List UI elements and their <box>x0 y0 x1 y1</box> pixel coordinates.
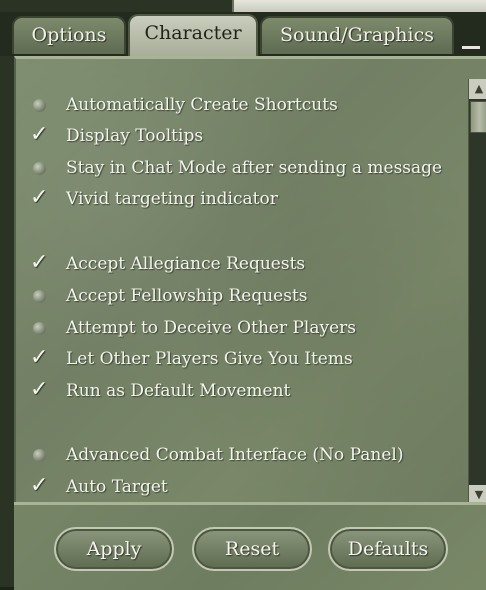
bullet-dot-icon <box>28 93 52 117</box>
option-attempt-deceive[interactable]: Attempt to Deceive Other Players <box>28 313 468 343</box>
option-run-default-movement[interactable]: ✓ Run as Default Movement <box>28 376 468 406</box>
bullet-dot-icon <box>28 316 52 340</box>
option-display-tooltips[interactable]: ✓ Display Tooltips <box>28 121 468 151</box>
checkmark-icon: ✓ <box>30 185 49 210</box>
option-label: Attempt to Deceive Other Players <box>66 318 357 338</box>
tab-bar: Options Sound/Graphics Character <box>0 12 486 56</box>
option-label: Let Other Players Give You Items <box>66 349 353 369</box>
title-strip <box>232 0 486 12</box>
option-label: Accept Allegiance Requests <box>66 254 306 274</box>
option-advanced-combat-interface[interactable]: Advanced Combat Interface (No Panel) <box>28 440 468 470</box>
bullet-dot-icon <box>28 156 52 180</box>
option-auto-create-shortcuts[interactable]: Automatically Create Shortcuts <box>28 90 468 120</box>
arrow-up-icon[interactable]: ▲ <box>469 79 486 99</box>
option-label: Run as Default Movement <box>66 381 291 401</box>
checkmark-icon: ✓ <box>30 122 49 147</box>
checkmark-icon: ✓ <box>30 345 49 370</box>
option-label: Stay in Chat Mode after sending a messag… <box>66 158 443 178</box>
window-left-edge <box>0 56 14 587</box>
checkmark-icon: ✓ <box>30 377 49 402</box>
option-stay-in-chat-mode[interactable]: Stay in Chat Mode after sending a messag… <box>28 153 468 183</box>
defaults-button[interactable]: Defaults <box>328 527 448 571</box>
apply-button[interactable]: Apply <box>54 527 174 571</box>
bullet-dot-icon <box>28 284 52 308</box>
options-scrollbar[interactable]: ▲ ▼ <box>468 79 486 505</box>
option-let-players-give-items[interactable]: ✓ Let Other Players Give You Items <box>28 344 468 374</box>
tab-sound-graphics[interactable]: Sound/Graphics <box>260 16 454 54</box>
option-label: Advanced Combat Interface (No Panel) <box>66 445 404 465</box>
checkmark-icon: ✓ <box>30 250 49 275</box>
button-bar: Apply Reset Defaults <box>14 502 486 590</box>
option-label: Display Tooltips <box>66 126 204 146</box>
option-label: Vivid targeting indicator <box>66 189 278 209</box>
tab-character[interactable]: Character <box>128 14 258 56</box>
minimize-button[interactable] <box>456 32 486 54</box>
options-list: Automatically Create Shortcuts ✓ Display… <box>16 59 468 499</box>
settings-window: Options Sound/Graphics Character Automat… <box>0 0 486 590</box>
minimize-icon <box>462 46 480 49</box>
scroll-thumb[interactable] <box>470 101 486 133</box>
option-label: Automatically Create Shortcuts <box>66 95 338 115</box>
option-accept-fellowship[interactable]: Accept Fellowship Requests <box>28 281 468 311</box>
option-auto-target[interactable]: ✓ Auto Target <box>28 472 468 502</box>
option-label: Accept Fellowship Requests <box>66 286 308 306</box>
bullet-dot-icon <box>28 443 52 467</box>
character-options-panel: Automatically Create Shortcuts ✓ Display… <box>14 56 486 505</box>
reset-button[interactable]: Reset <box>192 527 312 571</box>
option-vivid-targeting[interactable]: ✓ Vivid targeting indicator <box>28 184 468 214</box>
checkmark-icon: ✓ <box>30 473 49 498</box>
option-accept-allegiance[interactable]: ✓ Accept Allegiance Requests <box>28 249 468 279</box>
tab-options[interactable]: Options <box>12 16 126 54</box>
option-label: Auto Target <box>66 477 168 497</box>
